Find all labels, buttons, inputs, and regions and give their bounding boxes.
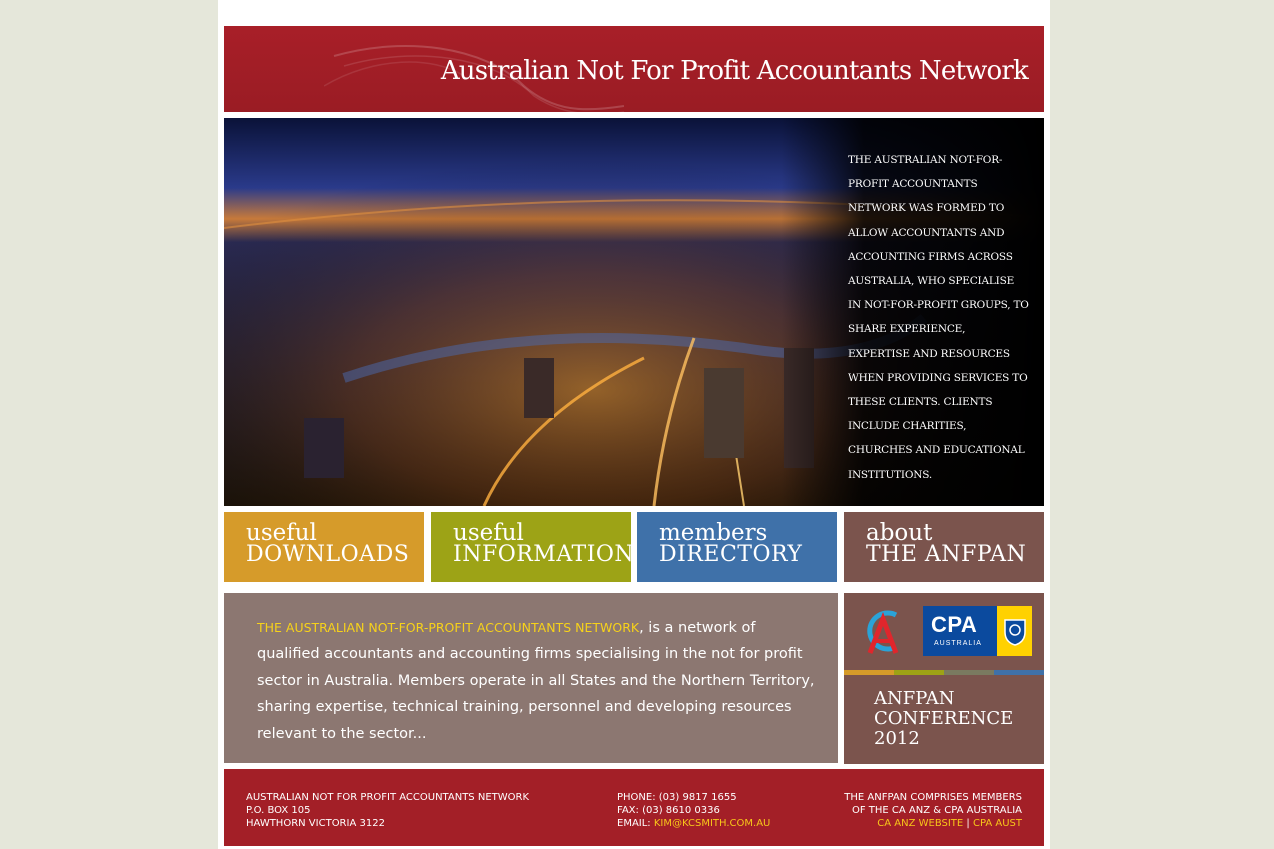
members-line2: of the CA ANZ & CPA Australia: [851, 805, 1022, 816]
footer-links: CA ANZ Website | CPA Aust: [844, 817, 1022, 830]
email-link[interactable]: kim@kcsmith.com.au: [654, 818, 771, 829]
link-separator: |: [966, 818, 970, 829]
header-banner: Australian Not For Profit Accountants Ne…: [224, 26, 1044, 112]
fax-text: Fax: (03) 8610 0336: [617, 805, 720, 816]
intro-panel: THE AUSTRALIAN NOT-FOR-PROFIT ACCOUNTANT…: [224, 593, 838, 763]
tile-useful-downloads[interactable]: useful DOWNLOADS: [224, 512, 424, 582]
email-label: Email:: [617, 818, 654, 829]
tile-line2: DOWNLOADS: [246, 542, 410, 567]
conference-line1: ANFPAN: [874, 688, 955, 709]
tile-members-directory[interactable]: members DIRECTORY: [637, 512, 837, 582]
email-row: Email: kim@kcsmith.com.au: [617, 817, 770, 830]
page-container: Australian Not For Profit Accountants Ne…: [218, 0, 1050, 849]
ca-anz-logo-icon[interactable]: [860, 605, 906, 657]
members-line1: The ANFPAN comprises members: [844, 792, 1022, 803]
footer-members: The ANFPAN comprises members of the CA A…: [844, 791, 1022, 830]
conference-line2: CONFERENCE: [874, 708, 1014, 729]
site-title: Australian Not For Profit Accountants Ne…: [440, 56, 1029, 86]
cpa-logo-subtext: AUSTRALIA: [934, 640, 982, 647]
nav-tiles: useful DOWNLOADS useful INFORMATION memb…: [224, 512, 1044, 582]
tile-line2: THE ANFPAN: [866, 542, 1027, 567]
intro-highlight: THE AUSTRALIAN NOT-FOR-PROFIT ACCOUNTANT…: [257, 620, 640, 635]
tile-line1: useful: [453, 520, 524, 546]
footer-address: Australian Not For Profit Accountants Ne…: [246, 791, 529, 830]
intro-body: , is a network of qualified accountants …: [257, 620, 815, 742]
address-line3: Hawthorn Victoria 3122: [246, 818, 385, 829]
partner-logos: CPA AUSTRALIA: [844, 593, 1044, 669]
hero-description: The Australian Not-For-Profit Accountant…: [848, 154, 1029, 481]
conference-link[interactable]: ANFPAN CONFERENCE 2012: [874, 689, 1013, 749]
crest-icon: [1004, 619, 1026, 646]
sidebar-panel: CPA AUSTRALIA ANFPAN CONFERENCE 2012: [844, 593, 1044, 764]
footer: Australian Not For Profit Accountants Ne…: [224, 769, 1044, 846]
color-stripe: [844, 670, 1044, 675]
cpa-aust-link[interactable]: CPA Aust: [973, 818, 1022, 829]
cpa-australia-logo[interactable]: CPA AUSTRALIA: [923, 606, 1032, 656]
tile-line1: about: [866, 520, 933, 546]
footer-contact: Phone: (03) 9817 1655 Fax: (03) 8610 033…: [617, 791, 770, 830]
tile-line1: useful: [246, 520, 317, 546]
tile-line1: members: [659, 520, 768, 546]
tile-useful-information[interactable]: useful INFORMATION: [431, 512, 631, 582]
address-line1: Australian Not For Profit Accountants Ne…: [246, 792, 530, 803]
intro-text: THE AUSTRALIAN NOT-FOR-PROFIT ACCOUNTANT…: [257, 615, 817, 747]
address-line2: P.O. Box 105: [246, 805, 311, 816]
ca-anz-website-link[interactable]: CA ANZ Website: [877, 818, 963, 829]
conference-line3: 2012: [874, 728, 920, 749]
tile-line2: DIRECTORY: [659, 542, 803, 567]
cpa-logo-text: CPA: [931, 612, 978, 637]
phone-text: Phone: (03) 9817 1655: [617, 792, 737, 803]
tile-line2: INFORMATION: [453, 542, 631, 567]
hero-section: The Australian Not-For-Profit Accountant…: [224, 118, 1044, 506]
tile-about-anfpan[interactable]: about THE ANFPAN: [844, 512, 1044, 582]
